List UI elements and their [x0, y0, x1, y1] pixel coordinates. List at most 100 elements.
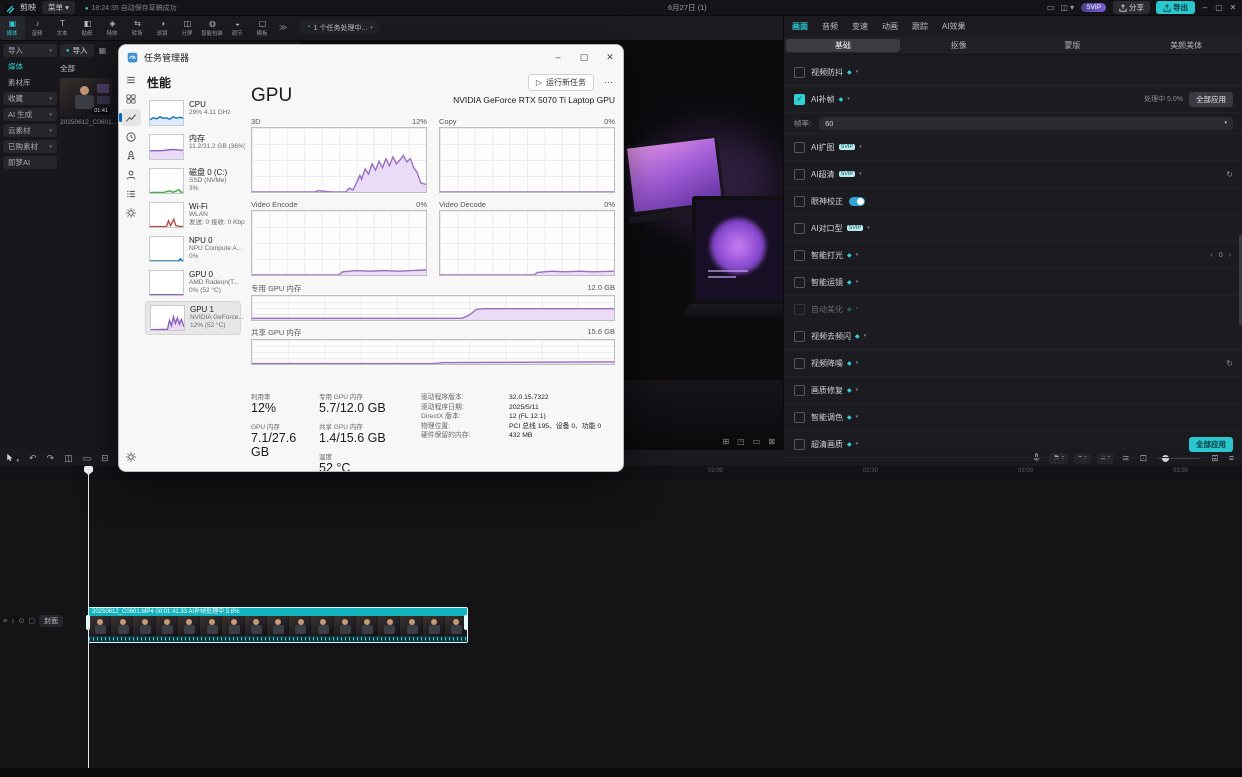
svip-badge[interactable]: SVIP [1081, 3, 1106, 12]
cover-button[interactable]: 封面 [39, 615, 64, 627]
tm-rail-details[interactable] [121, 185, 141, 202]
toolbar-item-audio[interactable]: ♪ 音频 [25, 15, 50, 40]
perf-sidebar-GPU-0[interactable]: GPU 0 AMD Radeon(T... 0% (52 °C) [145, 267, 241, 299]
feature-checkbox[interactable] [794, 411, 805, 423]
perf-sidebar-GPU-1[interactable]: GPU 1 NVIDIA GeForce... 12% (52 °C) [145, 301, 244, 335]
media-clip-thumbnail[interactable]: 01:41 [60, 78, 112, 116]
feature-row[interactable]: 视频防抖 ◆ ▾ [784, 59, 1242, 86]
media-nav-item[interactable]: 收藏 ▾ [3, 92, 57, 105]
import-button[interactable]: ● 导入 [60, 44, 94, 57]
import-dropdown[interactable]: 导入 ▾ [3, 44, 57, 57]
feature-row[interactable]: 视频降噪 ◆ ▾ ↻ [784, 350, 1242, 377]
toolbar-item-templates[interactable]: ▢ 模板 [250, 15, 275, 40]
tm-rail-services[interactable] [121, 204, 141, 221]
subtab-3[interactable]: 美颜美体 [1129, 37, 1242, 54]
tm-rail-users[interactable] [121, 166, 141, 183]
ratio-icon[interactable]: ⊞ [722, 437, 729, 446]
undo-icon[interactable]: ↶ [29, 453, 37, 464]
tm-minimize-button[interactable]: – [545, 46, 571, 68]
toolbar-item-split-screen[interactable]: ◫ 分屏 [175, 15, 200, 40]
value-stepper[interactable]: ‹ 0 › [1211, 252, 1233, 259]
feature-row[interactable]: 视频去频闪 ◆ ▾ [784, 323, 1242, 350]
restore-button[interactable]: ▢ [1212, 3, 1226, 12]
apply-all-button[interactable]: 全部应用 [1189, 91, 1233, 107]
tm-title-bar[interactable]: 任务管理器 – ▢ ✕ [119, 45, 623, 69]
freeze-frame-icon[interactable]: ⊟ [101, 453, 109, 464]
feature-toggle[interactable] [849, 196, 865, 206]
reload-icon[interactable]: ↻ [1226, 170, 1233, 179]
split-icon[interactable]: ◫ [64, 453, 73, 464]
media-nav-item[interactable]: 即梦AI [3, 156, 57, 169]
quality-icon[interactable]: ◳ [737, 437, 745, 446]
subtab-0[interactable]: 基础 [786, 39, 900, 52]
feature-checkbox[interactable] [794, 330, 805, 342]
media-nav-item[interactable]: 已购素材 ▾ [3, 140, 57, 153]
pip-icon[interactable]: ▭ [753, 437, 761, 446]
layout-split-icon[interactable]: ◫ ▾ [1060, 3, 1074, 12]
subtab-1[interactable]: 抠像 [902, 37, 1016, 54]
media-nav-active-item[interactable]: 媒体 [3, 60, 57, 73]
tm-settings-button[interactable] [121, 448, 141, 465]
export-button[interactable]: 导出 [1156, 1, 1195, 14]
tab-2[interactable]: 变速 [852, 21, 868, 32]
feature-checkbox[interactable] [794, 357, 805, 369]
grid-view-icon[interactable]: ▦ [99, 46, 107, 55]
apply-all-button[interactable]: 全部应用 [1189, 436, 1233, 452]
perf-sidebar--[interactable]: 内存 11.2/31.2 GB (36%) [145, 131, 245, 163]
toolbar-item-text[interactable]: T 文本 [50, 15, 75, 40]
framerate-dropdown[interactable]: 60 ▾ [819, 116, 1233, 130]
feature-checkbox[interactable] [794, 222, 805, 234]
feature-checkbox[interactable] [794, 141, 805, 153]
menu-button[interactable]: 菜单 ▾ [42, 1, 75, 14]
track-lock-icon[interactable]: ⊙ [19, 617, 25, 625]
toolbar-item-filters[interactable]: ◑ 滤镜 [150, 15, 175, 40]
feature-row[interactable]: 超清画质 ◆ ▾ 全部应用 [784, 431, 1242, 458]
feature-row[interactable]: 眼神校正 [784, 188, 1242, 215]
toolbar-item-smart-pack[interactable]: ◍ 智能包装 [200, 15, 225, 40]
reload-icon[interactable]: ↻ [1226, 359, 1233, 368]
feature-row[interactable]: 智能打光 ◆ ▾ ‹ 0 › [784, 242, 1242, 269]
track-audio-icon[interactable]: ♪ [11, 618, 15, 625]
toolbar-item-transitions[interactable]: ⇆ 转场 [125, 15, 150, 40]
tm-maximize-button[interactable]: ▢ [571, 46, 597, 68]
close-button[interactable]: ✕ [1226, 3, 1240, 12]
feature-row[interactable]: 画质修复 ◆ ▾ [784, 377, 1242, 404]
feature-checkbox[interactable] [794, 384, 805, 396]
feature-row[interactable]: AI扩图 SVIP ▾ [784, 134, 1242, 161]
track-hide-icon[interactable]: ▢ [28, 617, 35, 625]
feature-checkbox[interactable] [794, 276, 805, 288]
feature-checkbox[interactable] [794, 195, 805, 207]
select-tool-icon[interactable]: ▾ [5, 453, 19, 464]
toolbar-item-effects[interactable]: ◈ 特效 [100, 15, 125, 40]
feature-row[interactable]: AI对口型 SVIP ▾ [784, 215, 1242, 242]
task-progress-chip[interactable]: ◔ 1 个任务处理中... ▾ [299, 21, 380, 34]
tm-rail-app-history[interactable] [121, 128, 141, 145]
subtab-2[interactable]: 蒙版 [1016, 37, 1130, 54]
clip-right-handle[interactable] [464, 615, 468, 630]
tm-rail-startup-apps[interactable] [121, 147, 141, 164]
toolbar-item-adjust[interactable]: ◒ 调节 [225, 15, 250, 40]
layout-single-icon[interactable]: ▭ [1047, 3, 1055, 12]
perf-sidebar-Wi-Fi[interactable]: Wi-Fi WLAN 发送: 0 接收: 0 Kbps [145, 199, 245, 231]
feature-checkbox[interactable] [794, 168, 805, 180]
perf-sidebar-CPU[interactable]: CPU 29% 4.11 GHz [145, 97, 241, 129]
tm-rail-menu[interactable] [121, 71, 141, 88]
feature-row[interactable]: AI超清 SVIP ▾ ↻ [784, 161, 1242, 188]
tab-5[interactable]: AI效果 [942, 21, 966, 32]
feature-row[interactable]: 自动美化 ◆ ▾ [784, 296, 1242, 323]
minimize-button[interactable]: – [1198, 3, 1212, 12]
tm-rail-performance[interactable] [119, 109, 141, 126]
share-button[interactable]: 分享 [1113, 1, 1150, 14]
track-menu-icon[interactable]: ≡ [3, 618, 7, 625]
feature-checkbox[interactable]: ✓ [794, 93, 805, 105]
feature-checkbox[interactable] [794, 249, 805, 261]
tab-3[interactable]: 动画 [882, 21, 898, 32]
tm-rail-processes[interactable] [121, 90, 141, 107]
fullscreen-icon[interactable]: ⊠ [768, 437, 775, 446]
feature-checkbox[interactable] [794, 66, 805, 78]
timeline-clip[interactable]: 20250612_C0601.MP4 00:01:41.33 AI补帧处理中 5… [88, 607, 468, 643]
feature-row[interactable]: ✓ AI补帧 ◆ ▾ 处理中 5.0% 全部应用 [784, 86, 1242, 113]
tab-4[interactable]: 跟踪 [912, 21, 928, 32]
feature-row[interactable]: 智能运镜 ◆ ▾ [784, 269, 1242, 296]
feature-checkbox[interactable] [794, 303, 805, 315]
